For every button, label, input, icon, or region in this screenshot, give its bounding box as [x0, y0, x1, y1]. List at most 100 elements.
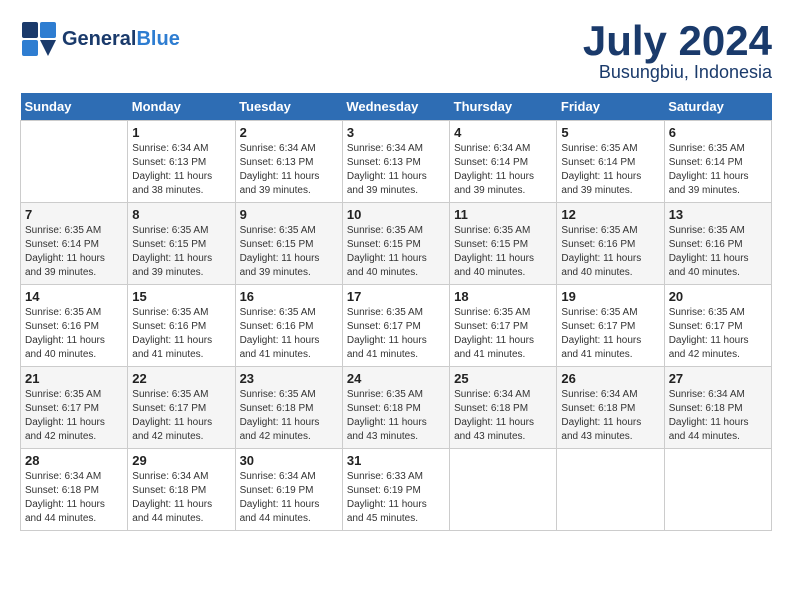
cell-info: Sunrise: 6:35 AM Sunset: 6:16 PM Dayligh…	[132, 306, 230, 362]
cell-info: Sunrise: 6:34 AM Sunset: 6:18 PM Dayligh…	[25, 470, 123, 526]
day-number: 29	[132, 453, 230, 468]
calendar-cell: 22 Sunrise: 6:35 AM Sunset: 6:17 PM Dayli…	[128, 367, 235, 449]
calendar-body: 1 Sunrise: 6:34 AM Sunset: 6:13 PM Daylig…	[21, 121, 772, 531]
calendar-cell: 26 Sunrise: 6:34 AM Sunset: 6:18 PM Dayli…	[557, 367, 664, 449]
cell-info: Sunrise: 6:35 AM Sunset: 6:15 PM Dayligh…	[347, 224, 445, 280]
cell-info: Sunrise: 6:35 AM Sunset: 6:17 PM Dayligh…	[454, 306, 552, 362]
day-number: 14	[25, 289, 123, 304]
day-number: 17	[347, 289, 445, 304]
calendar-table: SundayMondayTuesdayWednesdayThursdayFrid…	[20, 93, 772, 531]
cell-info: Sunrise: 6:35 AM Sunset: 6:14 PM Dayligh…	[561, 142, 659, 198]
calendar-cell: 30 Sunrise: 6:34 AM Sunset: 6:19 PM Dayli…	[235, 449, 342, 531]
day-number: 19	[561, 289, 659, 304]
calendar-cell: 6 Sunrise: 6:35 AM Sunset: 6:14 PM Daylig…	[664, 121, 771, 203]
day-number: 21	[25, 371, 123, 386]
cell-info: Sunrise: 6:35 AM Sunset: 6:17 PM Dayligh…	[132, 388, 230, 444]
day-number: 6	[669, 125, 767, 140]
week-row-2: 7 Sunrise: 6:35 AM Sunset: 6:14 PM Daylig…	[21, 203, 772, 285]
cell-info: Sunrise: 6:35 AM Sunset: 6:15 PM Dayligh…	[454, 224, 552, 280]
calendar-cell: 10Sunrise: 6:35 AM Sunset: 6:15 PM Dayli…	[342, 203, 449, 285]
cell-info: Sunrise: 6:35 AM Sunset: 6:15 PM Dayligh…	[240, 224, 338, 280]
calendar-cell: 31Sunrise: 6:33 AM Sunset: 6:19 PM Dayli…	[342, 449, 449, 531]
cell-info: Sunrise: 6:35 AM Sunset: 6:16 PM Dayligh…	[25, 306, 123, 362]
calendar-cell: 8 Sunrise: 6:35 AM Sunset: 6:15 PM Daylig…	[128, 203, 235, 285]
week-row-4: 21 Sunrise: 6:35 AM Sunset: 6:17 PM Dayli…	[21, 367, 772, 449]
page-header: GeneralBlue July 2024 Busungbiu, Indones…	[20, 20, 772, 83]
day-number: 11	[454, 207, 552, 222]
header-cell-friday: Friday	[557, 93, 664, 121]
calendar-cell: 29 Sunrise: 6:34 AM Sunset: 6:18 PM Dayli…	[128, 449, 235, 531]
header-cell-thursday: Thursday	[450, 93, 557, 121]
day-number: 26	[561, 371, 659, 386]
day-number: 20	[669, 289, 767, 304]
cell-info: Sunrise: 6:34 AM Sunset: 6:18 PM Dayligh…	[454, 388, 552, 444]
cell-info: Sunrise: 6:34 AM Sunset: 6:13 PM Dayligh…	[347, 142, 445, 198]
logo-blue: Blue	[136, 28, 179, 50]
day-number: 30	[240, 453, 338, 468]
month-title: July 2024	[583, 20, 772, 62]
calendar-cell	[21, 121, 128, 203]
calendar-cell: 7 Sunrise: 6:35 AM Sunset: 6:14 PM Daylig…	[21, 203, 128, 285]
calendar-cell: 25 Sunrise: 6:34 AM Sunset: 6:18 PM Dayli…	[450, 367, 557, 449]
day-number: 22	[132, 371, 230, 386]
header-cell-sunday: Sunday	[21, 93, 128, 121]
header-cell-wednesday: Wednesday	[342, 93, 449, 121]
cell-info: Sunrise: 6:34 AM Sunset: 6:13 PM Dayligh…	[132, 142, 230, 198]
calendar-cell: 11 Sunrise: 6:35 AM Sunset: 6:15 PM Dayli…	[450, 203, 557, 285]
calendar-cell	[664, 449, 771, 531]
cell-info: Sunrise: 6:35 AM Sunset: 6:17 PM Dayligh…	[561, 306, 659, 362]
logo: GeneralBlue	[20, 20, 180, 58]
day-number: 28	[25, 453, 123, 468]
cell-info: Sunrise: 6:35 AM Sunset: 6:16 PM Dayligh…	[669, 224, 767, 280]
calendar-header: SundayMondayTuesdayWednesdayThursdayFrid…	[21, 93, 772, 121]
calendar-cell: 13 Sunrise: 6:35 AM Sunset: 6:16 PM Dayli…	[664, 203, 771, 285]
cell-info: Sunrise: 6:35 AM Sunset: 6:18 PM Dayligh…	[347, 388, 445, 444]
cell-info: Sunrise: 6:35 AM Sunset: 6:16 PM Dayligh…	[240, 306, 338, 362]
day-number: 24	[347, 371, 445, 386]
cell-info: Sunrise: 6:34 AM Sunset: 6:18 PM Dayligh…	[561, 388, 659, 444]
calendar-cell: 9 Sunrise: 6:35 AM Sunset: 6:15 PM Daylig…	[235, 203, 342, 285]
day-number: 12	[561, 207, 659, 222]
calendar-cell: 17 Sunrise: 6:35 AM Sunset: 6:17 PM Dayli…	[342, 285, 449, 367]
calendar-cell: 21Sunrise: 6:35 AM Sunset: 6:17 PM Dayli…	[21, 367, 128, 449]
day-number: 16	[240, 289, 338, 304]
day-number: 2	[240, 125, 338, 140]
day-number: 3	[347, 125, 445, 140]
day-number: 1	[132, 125, 230, 140]
calendar-cell	[450, 449, 557, 531]
day-number: 25	[454, 371, 552, 386]
day-number: 5	[561, 125, 659, 140]
cell-info: Sunrise: 6:34 AM Sunset: 6:18 PM Dayligh…	[132, 470, 230, 526]
calendar-cell: 18 Sunrise: 6:35 AM Sunset: 6:17 PM Dayli…	[450, 285, 557, 367]
cell-info: Sunrise: 6:35 AM Sunset: 6:16 PM Dayligh…	[561, 224, 659, 280]
logo-icon	[20, 20, 58, 58]
day-number: 13	[669, 207, 767, 222]
week-row-5: 28 Sunrise: 6:34 AM Sunset: 6:18 PM Dayli…	[21, 449, 772, 531]
cell-info: Sunrise: 6:33 AM Sunset: 6:19 PM Dayligh…	[347, 470, 445, 526]
day-number: 15	[132, 289, 230, 304]
calendar-cell: 28 Sunrise: 6:34 AM Sunset: 6:18 PM Dayli…	[21, 449, 128, 531]
calendar-cell: 1 Sunrise: 6:34 AM Sunset: 6:13 PM Daylig…	[128, 121, 235, 203]
cell-info: Sunrise: 6:35 AM Sunset: 6:17 PM Dayligh…	[347, 306, 445, 362]
cell-info: Sunrise: 6:35 AM Sunset: 6:14 PM Dayligh…	[669, 142, 767, 198]
cell-info: Sunrise: 6:35 AM Sunset: 6:15 PM Dayligh…	[132, 224, 230, 280]
calendar-cell: 20 Sunrise: 6:35 AM Sunset: 6:17 PM Dayli…	[664, 285, 771, 367]
calendar-cell: 23Sunrise: 6:35 AM Sunset: 6:18 PM Dayli…	[235, 367, 342, 449]
calendar-cell: 14 Sunrise: 6:35 AM Sunset: 6:16 PM Dayli…	[21, 285, 128, 367]
header-cell-tuesday: Tuesday	[235, 93, 342, 121]
day-number: 23	[240, 371, 338, 386]
week-row-1: 1 Sunrise: 6:34 AM Sunset: 6:13 PM Daylig…	[21, 121, 772, 203]
calendar-cell: 24 Sunrise: 6:35 AM Sunset: 6:18 PM Dayli…	[342, 367, 449, 449]
title-block: July 2024 Busungbiu, Indonesia	[583, 20, 772, 83]
calendar-cell: 27Sunrise: 6:34 AM Sunset: 6:18 PM Dayli…	[664, 367, 771, 449]
day-number: 7	[25, 207, 123, 222]
day-number: 8	[132, 207, 230, 222]
day-number: 9	[240, 207, 338, 222]
calendar-cell: 5 Sunrise: 6:35 AM Sunset: 6:14 PM Daylig…	[557, 121, 664, 203]
cell-info: Sunrise: 6:34 AM Sunset: 6:19 PM Dayligh…	[240, 470, 338, 526]
header-cell-monday: Monday	[128, 93, 235, 121]
day-number: 18	[454, 289, 552, 304]
cell-info: Sunrise: 6:35 AM Sunset: 6:17 PM Dayligh…	[669, 306, 767, 362]
cell-info: Sunrise: 6:35 AM Sunset: 6:14 PM Dayligh…	[25, 224, 123, 280]
location-subtitle: Busungbiu, Indonesia	[583, 62, 772, 83]
